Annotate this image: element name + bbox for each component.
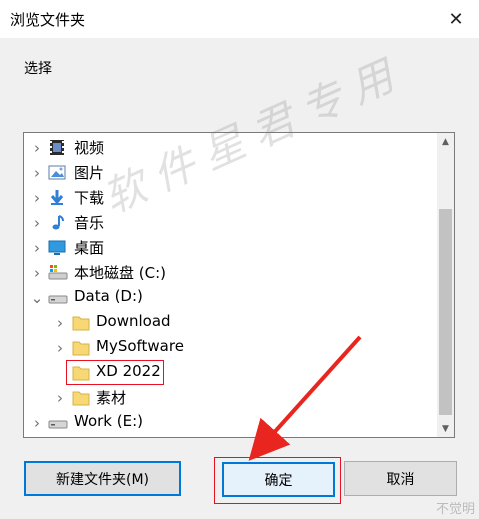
browse-folder-dialog: 浏览文件夹 ✕ 选择 › Work (E:) › 素材 XD 2022 › MySoftwa… (0, 0, 479, 519)
chevron-down-icon[interactable]: ⌄ (30, 285, 44, 310)
folder-icon (72, 389, 90, 406)
instruction-text: 选择 (24, 61, 52, 77)
close-button[interactable]: ✕ (433, 0, 479, 38)
downloads-folder-icon (48, 189, 66, 206)
scrollbar-thumb[interactable] (439, 209, 452, 415)
tree-item[interactable]: › 音乐 (24, 210, 434, 235)
tree-item[interactable]: › 素材 (24, 385, 434, 410)
tree-item-label: 素材 (96, 389, 127, 407)
drive-icon (48, 289, 68, 306)
tree-item-label: Download (96, 312, 171, 330)
drive-icon (48, 414, 68, 431)
tree-item[interactable]: XD 2022 (24, 360, 434, 385)
tree-item-label: MySoftware (96, 337, 184, 355)
system-drive-icon (48, 264, 68, 281)
tree-item-label: 桌面 (74, 239, 105, 257)
tree-item-label: Work (E:) (74, 412, 143, 430)
vertical-scrollbar[interactable]: ▲ ▼ (437, 133, 454, 437)
ok-button[interactable]: 确定 (222, 462, 335, 497)
title-bar: 浏览文件夹 ✕ (0, 0, 479, 38)
tree-item[interactable]: › MySoftware (24, 335, 434, 360)
desktop-folder-icon (48, 239, 66, 256)
folder-tree[interactable]: › Work (E:) › 素材 XD 2022 › MySoftware › Download… (23, 132, 455, 438)
video-folder-icon (48, 139, 66, 156)
tree-item-label: 视频 (74, 139, 105, 157)
chevron-right-icon[interactable]: › (30, 135, 44, 160)
scroll-down-button[interactable]: ▼ (437, 420, 454, 437)
chevron-right-icon[interactable]: › (30, 185, 44, 210)
tree-item[interactable]: › 视频 (24, 135, 434, 160)
chevron-right-icon[interactable]: › (30, 410, 44, 435)
chevron-right-icon[interactable]: › (53, 385, 67, 410)
folder-icon (72, 364, 90, 381)
tree-item[interactable]: › 下载 (24, 185, 434, 210)
tree-item-label: 本地磁盘 (C:) (74, 264, 166, 282)
tree-item-label: Data (D:) (74, 287, 143, 305)
dialog-title: 浏览文件夹 (10, 11, 86, 29)
chevron-right-icon[interactable]: › (53, 310, 67, 335)
folder-icon (72, 339, 90, 356)
tree-item-label: 下载 (74, 189, 105, 207)
cancel-button[interactable]: 取消 (344, 461, 457, 496)
chevron-right-icon[interactable]: › (30, 235, 44, 260)
chevron-down-icon: ▼ (442, 423, 449, 434)
corner-watermark: 不觉明 (435, 502, 475, 517)
chevron-right-icon[interactable]: › (30, 260, 44, 285)
chevron-right-icon[interactable]: › (53, 335, 67, 360)
tree-item[interactable]: ⌄ Data (D:) (24, 285, 434, 310)
tree-item[interactable]: › 桌面 (24, 235, 434, 260)
tree-item[interactable]: › 本地磁盘 (C:) (24, 260, 434, 285)
tree-item-label: 图片 (74, 164, 105, 182)
chevron-right-icon[interactable]: › (30, 160, 44, 185)
chevron-up-icon: ▲ (442, 136, 449, 147)
tree-item-label: 音乐 (74, 214, 105, 232)
chevron-right-icon[interactable]: › (30, 210, 44, 235)
scroll-up-button[interactable]: ▲ (437, 133, 454, 150)
folder-icon (72, 314, 90, 331)
tree-item[interactable]: › 图片 (24, 160, 434, 185)
tree-item-label: XD 2022 (96, 362, 161, 380)
tree-item[interactable]: › Download (24, 310, 434, 335)
pictures-folder-icon (48, 164, 66, 181)
tree-item[interactable]: › Work (E:) (24, 410, 434, 435)
close-icon: ✕ (448, 8, 464, 30)
music-folder-icon (48, 214, 66, 231)
new-folder-button[interactable]: 新建文件夹(M) (24, 461, 181, 496)
